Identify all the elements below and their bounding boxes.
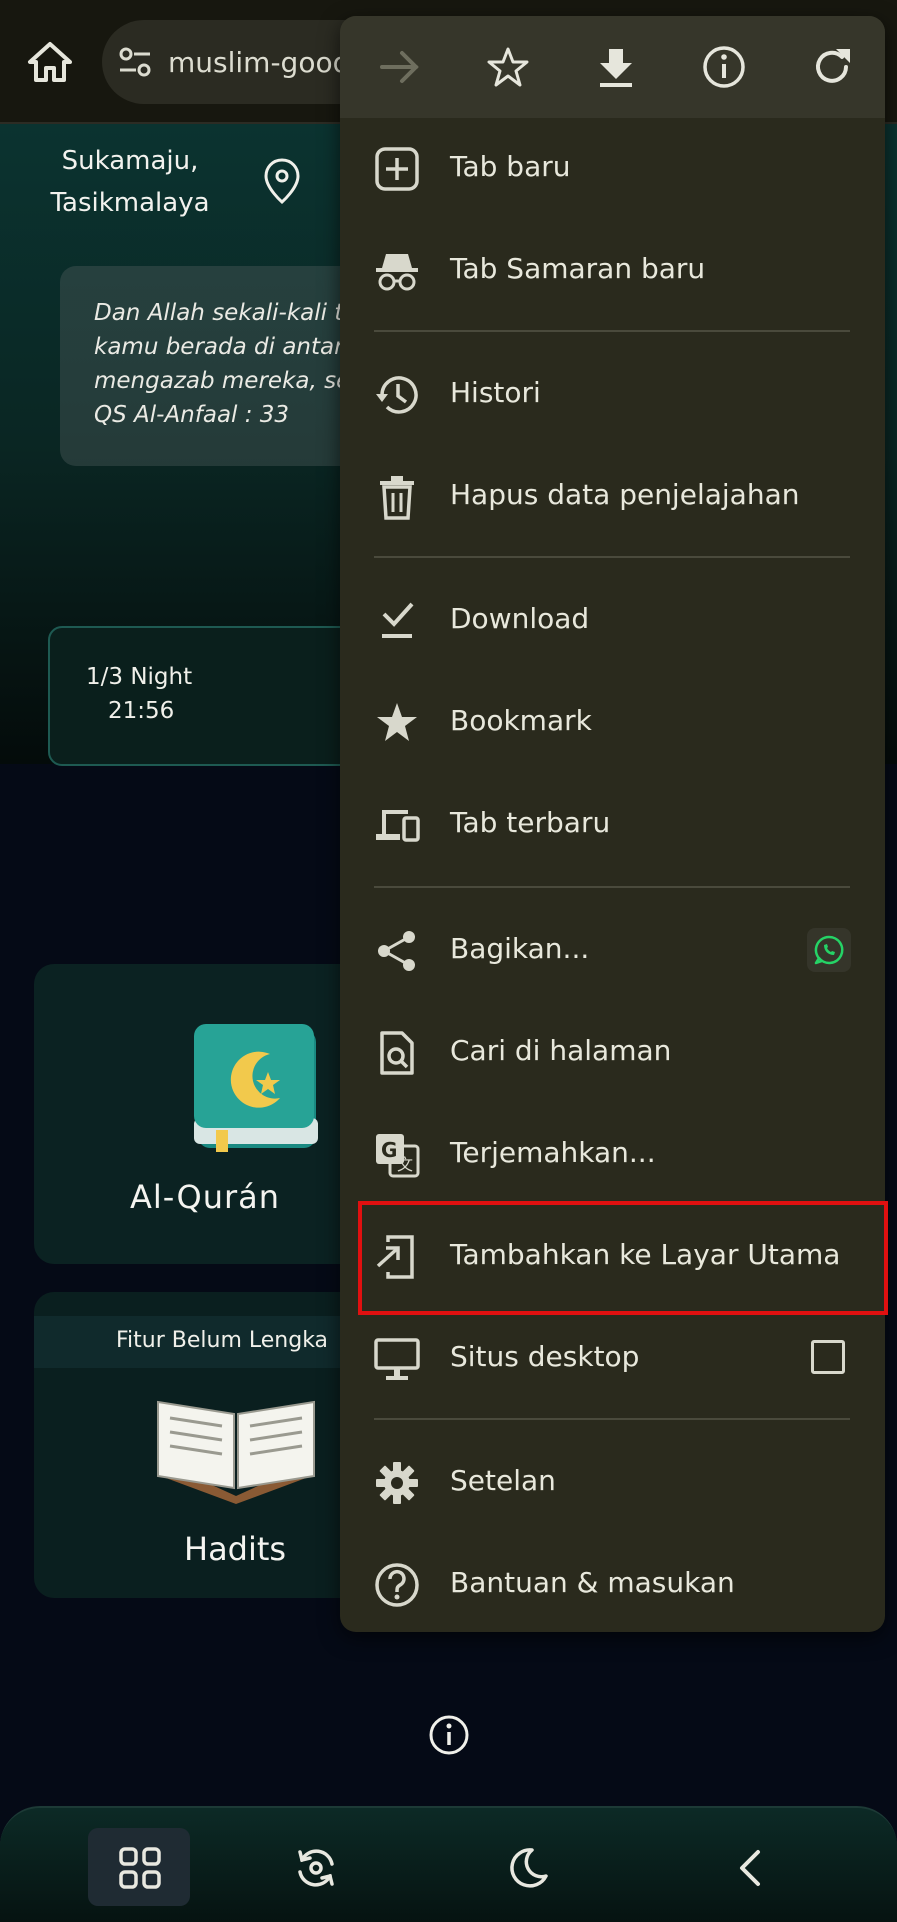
forward-icon[interactable] [376,43,424,91]
menu-item-translate[interactable]: G文 Terjemahkan... [340,1104,885,1204]
desktop-icon [374,1336,420,1382]
quran-book-icon [174,1018,334,1158]
trash-icon [374,474,420,520]
nav-refresh-button[interactable] [264,1828,366,1906]
download-done-icon [374,598,420,644]
menu-item-find-in-page[interactable]: Cari di halaman [340,1002,885,1102]
menu-label: Cari di halaman [450,1034,672,1067]
menu-item-help-feedback[interactable]: Bantuan & masukan [340,1534,885,1634]
menu-label: Tab baru [450,150,571,183]
menu-item-new-tab[interactable]: Tab baru [340,118,885,218]
menu-label: Download [450,602,590,635]
menu-divider [374,1418,850,1420]
reload-icon[interactable] [808,43,856,91]
menu-label: Hapus data penjelajahan [450,478,800,511]
menu-item-recent-tabs[interactable]: Tab terbaru [340,774,885,874]
add-box-icon [374,146,420,192]
menu-label: Setelan [450,1464,556,1497]
menu-item-clear-data[interactable]: Hapus data penjelajahan [340,446,885,546]
sync-icon [298,1849,334,1887]
hadits-label: Hadits [184,1530,287,1568]
open-book-icon [146,1384,326,1504]
find-in-page-icon [374,1030,420,1076]
nav-back-button[interactable] [700,1828,802,1906]
menu-icon-row [340,16,885,118]
quran-label: Al-Qurán [130,1178,281,1216]
menu-item-bookmarks[interactable]: Bookmark [340,672,885,772]
add-to-home-icon [374,1234,420,1280]
bottom-navigation [0,1806,897,1922]
page-info-icon[interactable] [700,43,748,91]
location-pin-icon[interactable] [262,158,302,204]
menu-label: Terjemahkan... [450,1136,656,1169]
gear-icon [374,1460,420,1506]
desktop-site-checkbox[interactable] [811,1340,845,1374]
browser-overflow-menu: Tab baru Tab Samaran baru Histori Hapus … [340,16,885,1632]
nav-grid-button[interactable] [88,1828,190,1906]
translate-icon: G文 [374,1132,420,1178]
download-icon[interactable] [592,43,640,91]
site-settings-icon[interactable] [118,46,152,78]
menu-divider [374,556,850,558]
info-icon[interactable] [428,1714,470,1756]
grid-icon [119,1847,161,1889]
menu-label: Situs desktop [450,1340,640,1373]
night-label: 1/3 Night [86,664,193,690]
chevron-left-icon [740,1850,760,1886]
menu-label: Bagikan... [450,932,590,965]
location-text: Sukamaju, Tasikmalaya [50,146,210,218]
menu-item-settings[interactable]: Setelan [340,1432,885,1532]
share-icon [374,928,420,974]
night-time: 21:56 [108,698,175,724]
menu-item-desktop-site[interactable]: Situs desktop [340,1308,885,1408]
menu-divider [374,330,850,332]
star-filled-icon [374,700,420,746]
menu-label: Bantuan & masukan [450,1566,735,1599]
menu-item-share[interactable]: Bagikan... [340,900,885,1000]
menu-label: Tab Samaran baru [450,252,706,285]
menu-item-downloads[interactable]: Download [340,570,885,670]
menu-label: Histori [450,376,541,409]
svg-text:文: 文 [397,1155,413,1174]
incomplete-feature-text: Fitur Belum Lengka [116,1328,329,1353]
bookmark-star-icon[interactable] [484,43,532,91]
menu-label: Tambahkan ke Layar Utama [450,1238,841,1271]
moon-icon [510,1848,548,1888]
menu-item-history[interactable]: Histori [340,344,885,444]
history-icon [374,372,420,418]
nav-darkmode-button[interactable] [476,1828,578,1906]
menu-divider [374,886,850,888]
whatsapp-share-button[interactable] [807,928,851,972]
help-icon [374,1562,420,1608]
menu-item-add-to-home-screen[interactable]: Tambahkan ke Layar Utama [340,1206,885,1306]
svg-text:G: G [381,1138,397,1162]
incognito-icon [374,248,420,294]
devices-icon [374,802,420,848]
menu-label: Bookmark [450,704,592,737]
whatsapp-icon [814,935,844,965]
menu-label: Tab terbaru [450,806,611,839]
url-text: muslim-good [168,46,351,79]
home-icon[interactable] [26,38,74,86]
menu-item-incognito-tab[interactable]: Tab Samaran baru [340,220,885,320]
